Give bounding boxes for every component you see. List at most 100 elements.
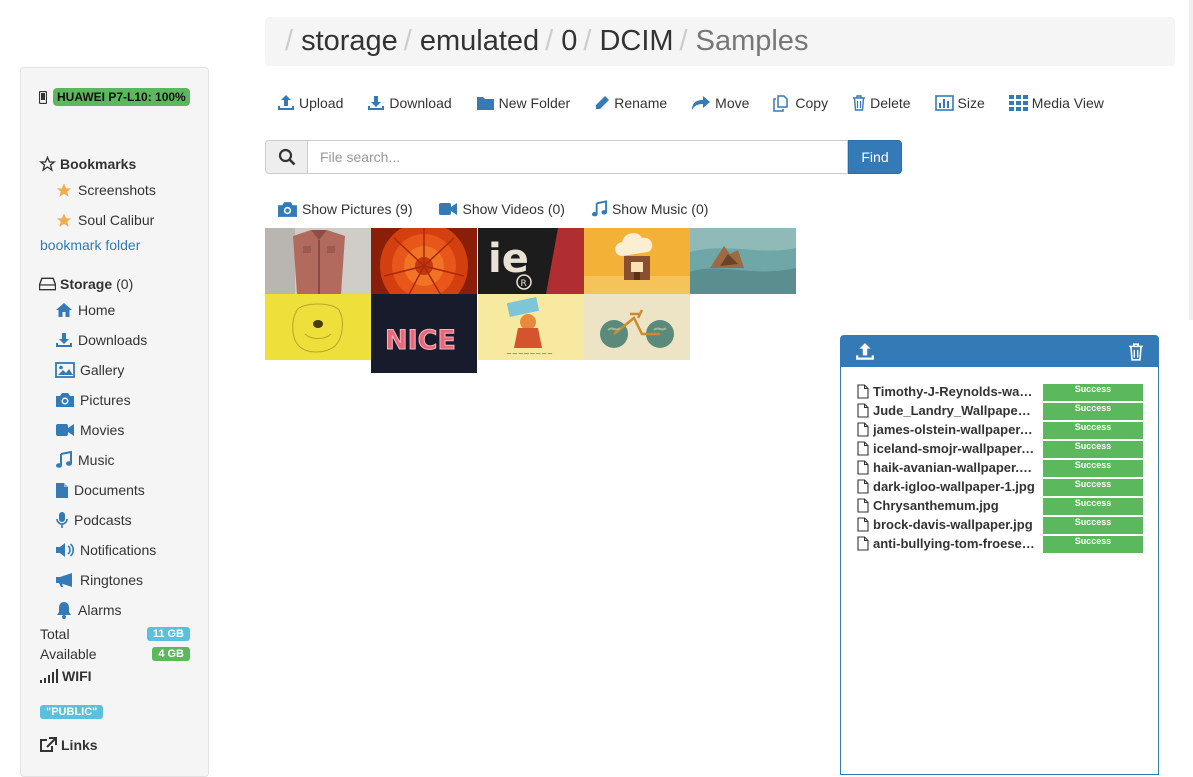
upload-row: brock-davis-wallpaper.jpg Success [857,515,1145,534]
upload-list: Timothy-J-Reynolds-wallpaper.jpg Success… [857,382,1145,553]
media-view-button[interactable]: Media View [1008,92,1104,114]
storage-item-home[interactable]: Home [55,300,115,320]
thumbnail-dark-igloo[interactable]: ie R [478,228,584,294]
video-icon [439,203,458,215]
device-battery-badge: HUAWEI P7-L10: 100% [53,88,190,106]
thumbnail-bulldog[interactable] [265,294,371,360]
star-outline-icon [39,156,56,172]
breadcrumb-emulated[interactable]: emulated [420,25,539,58]
file-search-input[interactable] [308,140,848,174]
links-heading[interactable]: Links [39,737,98,753]
thumbnail-cupcake-house[interactable] [584,228,690,294]
show-videos-tab[interactable]: Show Videos (0) [438,201,565,217]
thumbnail-chrysanthemum[interactable] [371,228,477,294]
upload-filename: iceland-smojr-wallpaper.jpg [873,441,1035,456]
upload-row: haik-avanian-wallpaper.jpg Success [857,458,1145,477]
size-button[interactable]: Size [934,92,985,114]
upload-status: Success [1043,536,1143,553]
trash-icon[interactable] [1128,342,1144,361]
file-outline-icon [857,479,869,494]
upload-status: Success [1043,460,1143,477]
thumbnail-shirt[interactable] [265,228,371,294]
file-outline-icon [857,403,869,418]
breadcrumb-dcim[interactable]: DCIM [599,25,673,58]
breadcrumb-storage[interactable]: storage [301,25,398,58]
page-scrollbar[interactable] [1189,0,1193,320]
upload-icon [278,95,294,110]
thumbnail-iceland[interactable] [690,228,796,294]
storage-item-notifications[interactable]: Notifications [55,540,156,560]
search-icon [278,148,295,166]
storage-item-documents[interactable]: Documents [55,480,145,500]
pencil-icon [596,96,610,109]
storage-item-podcasts[interactable]: Podcasts [55,510,132,530]
trash-icon [853,95,866,111]
upload-filename: brock-davis-wallpaper.jpg [873,517,1033,532]
storage-item-movies[interactable]: Movies [55,420,124,440]
upload-filename: dark-igloo-wallpaper-1.jpg [873,479,1035,494]
upload-filename: Chrysanthemum.jpg [873,498,999,513]
toolbar: Upload Download New Folder Rename Move C… [277,92,1128,114]
thumbnail-nice[interactable]: NICE [371,294,477,373]
bookmark-folder-link[interactable]: bookmark folder [40,237,140,253]
delete-button[interactable]: Delete [852,92,911,114]
storage-item-music[interactable]: Music [55,450,115,470]
device-status: HUAWEI P7-L10: 100% [39,88,190,106]
bar-chart-icon [934,95,954,111]
svg-text:~~~~~~~~: ~~~~~~~~ [506,350,553,358]
file-outline-icon [857,517,869,532]
upload-button[interactable]: Upload [277,92,343,114]
new-folder-button[interactable]: New Folder [476,92,570,114]
breadcrumb: / storage / emulated / 0 / DCIM / Sample… [265,17,1175,66]
file-outline-icon [857,422,869,437]
copy-button[interactable]: Copy [773,92,828,114]
thumbnail-boy-with-box[interactable]: ~~~~~~~~ [478,294,584,360]
upload-icon[interactable] [855,342,875,361]
bullhorn-icon [56,573,72,587]
download-icon [368,96,385,110]
share-arrow-icon [692,96,711,110]
rename-button[interactable]: Rename [594,92,667,114]
public-badge: "PUBLIC" [40,702,104,720]
show-music-tab[interactable]: Show Music (0) [591,200,708,218]
upload-row: Chrysanthemum.jpg Success [857,496,1145,515]
image-icon [55,362,75,378]
thumbnail-bicycle-globe[interactable] [584,294,690,360]
music-icon [56,451,72,468]
external-link-icon [40,737,57,752]
upload-status: Success [1043,498,1143,515]
breadcrumb-0[interactable]: 0 [561,25,577,58]
search-addon [265,140,308,174]
camera-icon [278,201,297,217]
copy-icon [773,94,789,112]
upload-status: Success [1043,441,1143,458]
upload-status: Success [1043,517,1143,534]
upload-row: james-olstein-wallpaper.jpg Success [857,420,1145,439]
video-icon [56,424,74,436]
move-button[interactable]: Move [691,92,749,114]
upload-filename: haik-avanian-wallpaper.jpg [873,460,1035,475]
storage-item-pictures[interactable]: Pictures [55,390,131,410]
signal-icon [40,669,58,683]
find-button[interactable]: Find [848,140,902,174]
available-size-badge: 4 GB [152,647,190,661]
show-pictures-tab[interactable]: Show Pictures (9) [277,201,412,218]
breadcrumb-samples: Samples [695,25,809,57]
storage-item-gallery[interactable]: Gallery [55,360,124,380]
svg-text:R: R [521,279,527,289]
file-icon [56,482,68,498]
sidebar: HUAWEI P7-L10: 100% Bookmarks Screenshot… [20,67,209,777]
download-button[interactable]: Download [367,92,452,114]
upload-filename: Jude_Landry_Wallpaper.jpg [873,403,1035,418]
upload-filename: anti-bullying-tom-froese.jpg [873,536,1035,551]
storage-item-downloads[interactable]: Downloads [55,330,147,350]
upload-status: Success [1043,422,1143,439]
file-outline-icon [857,441,869,456]
storage-item-alarms[interactable]: Alarms [55,600,122,620]
storage-item-ringtones[interactable]: Ringtones [55,570,143,590]
media-filter-tabs: Show Pictures (9) Show Videos (0) Show M… [277,200,734,218]
home-icon [56,303,72,317]
bookmark-item-screenshots[interactable]: Screenshots [55,180,156,200]
upload-status: Success [1043,384,1143,401]
bookmark-item-soul-calibur[interactable]: Soul Calibur [55,210,154,230]
